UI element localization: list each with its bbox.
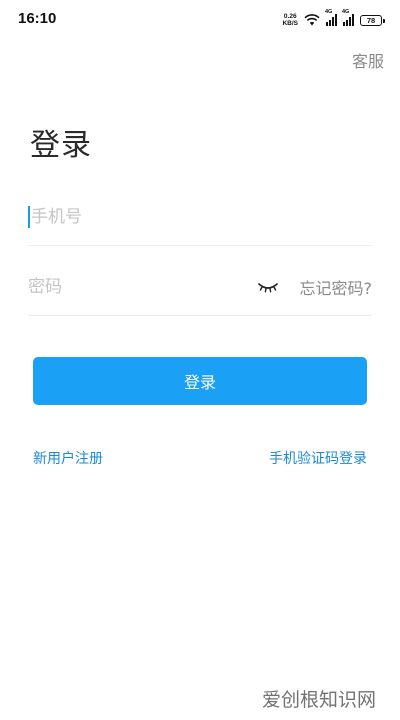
wifi-icon bbox=[304, 11, 320, 30]
status-time: 16:10 bbox=[18, 10, 57, 27]
login-button[interactable]: 登录 bbox=[33, 357, 367, 405]
cellular-signal-icon-2: 4G bbox=[342, 9, 354, 26]
battery-level: 78 bbox=[366, 15, 376, 25]
customer-service-link[interactable]: 客服 bbox=[352, 48, 384, 72]
phone-field-row bbox=[28, 188, 372, 246]
signal-tag-2: 4G bbox=[342, 9, 350, 15]
text-cursor bbox=[28, 205, 30, 228]
forgot-password-link[interactable]: 忘记密码? bbox=[300, 275, 373, 299]
phone-input[interactable] bbox=[31, 201, 372, 232]
network-speed-indicator: 0.26 KB/S bbox=[282, 13, 298, 27]
signal-tag: 4G bbox=[325, 9, 333, 15]
network-speed-unit: KB/S bbox=[282, 20, 298, 27]
watermark: 爱创根知识网 bbox=[261, 689, 376, 711]
status-bar: 16:10 0.26 KB/S 4G 4G 78 bbox=[0, 0, 400, 40]
status-icons: 0.26 KB/S 4G 4G 78 bbox=[282, 9, 385, 30]
battery-icon: 78 bbox=[360, 14, 385, 26]
cellular-signal-icon: 4G bbox=[325, 9, 337, 26]
network-speed-value: 0.26 bbox=[283, 13, 297, 20]
page-title: 登录 bbox=[30, 128, 92, 163]
eye-closed-icon[interactable] bbox=[256, 279, 280, 295]
register-link[interactable]: 新用户注册 bbox=[33, 448, 103, 468]
login-screen: 16:10 0.26 KB/S 4G 4G 78 客服 登录 手机号 忘记密码?… bbox=[0, 0, 400, 720]
sms-login-link[interactable]: 手机验证码登录 bbox=[269, 448, 367, 468]
password-input[interactable] bbox=[28, 271, 256, 302]
password-field-row: 忘记密码? bbox=[28, 258, 372, 316]
